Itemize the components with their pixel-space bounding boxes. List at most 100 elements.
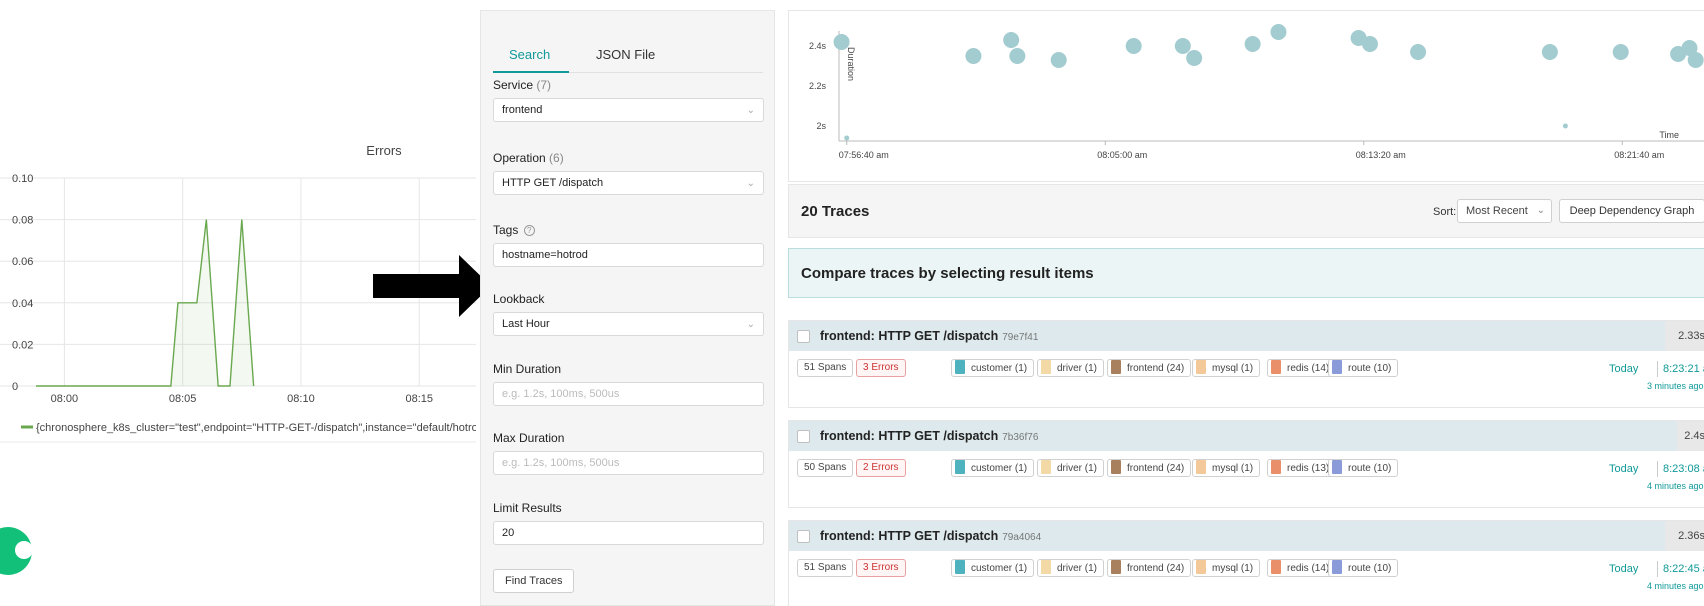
search-panel: Search JSON File Service (7) frontend ⌄ … <box>480 10 775 606</box>
trace-id: 79e7f41 <box>1002 332 1039 343</box>
scatter-x-tick-label: 08:13:20 am <box>1356 150 1406 160</box>
chevron-down-icon: ⌄ <box>746 178 755 189</box>
help-icon[interactable]: ? <box>523 225 535 236</box>
service-chip-route: route (10) <box>1328 459 1399 477</box>
scatter-point[interactable] <box>1125 38 1142 54</box>
tags-input[interactable] <box>493 243 764 267</box>
scatter-point[interactable] <box>1186 50 1203 66</box>
scatter-point[interactable] <box>833 34 850 50</box>
min-duration-input[interactable] <box>493 382 764 406</box>
errors-chart-x-axis: 08:00 08:05 08:10 08:15 <box>51 393 433 405</box>
tab-json-file[interactable]: JSON File <box>596 47 655 62</box>
trace-relative-time: 4 minutes ago <box>1647 481 1704 491</box>
limit-results-label: Limit Results <box>493 501 562 515</box>
scatter-point[interactable] <box>1361 36 1378 52</box>
scatter-points <box>833 24 1704 141</box>
max-duration-label: Max Duration <box>493 431 565 445</box>
trace-duration: 2.36s <box>1678 530 1704 542</box>
service-color-swatch <box>1196 360 1206 374</box>
service-chip-driver: driver (1) <box>1037 359 1105 377</box>
scatter-point[interactable] <box>844 135 850 141</box>
trace-header-bar[interactable]: frontend: HTTP GET /dispatch 7b36f76 2.4s <box>789 421 1704 451</box>
find-traces-button[interactable]: Find Traces <box>493 569 575 593</box>
service-color-swatch <box>955 560 965 574</box>
service-chip-redis: redis (13) <box>1267 459 1337 477</box>
errors-y-tick-label: 0.10 <box>12 173 33 185</box>
lookback-select[interactable]: Last Hour ⌄ <box>493 312 764 336</box>
service-chip-customer: customer (1) <box>951 359 1035 377</box>
errors-chart-panel: Errors 0 0.02 0.04 0.06 0.08 0.10 08:00 08:05 0… <box>0 0 491 606</box>
service-chip-route: route (10) <box>1328 559 1399 577</box>
service-color-swatch <box>1332 360 1342 374</box>
trace-id: 79a4064 <box>1002 532 1042 543</box>
service-color-swatch <box>1041 360 1051 374</box>
chevron-down-icon: ⌄ <box>746 319 755 330</box>
scatter-point[interactable] <box>1009 48 1026 64</box>
trace-select-checkbox[interactable] <box>797 530 810 543</box>
max-duration-input[interactable] <box>493 451 764 475</box>
sort-select[interactable]: Most Recent ⌄ <box>1457 199 1552 223</box>
scatter-point[interactable] <box>1541 44 1558 60</box>
scatter-axes <box>838 31 1704 142</box>
trace-title[interactable]: frontend: HTTP GET /dispatch 7b36f76 <box>820 429 1038 443</box>
trace-header-bar[interactable]: frontend: HTTP GET /dispatch 79a4064 2.36s <box>789 521 1704 551</box>
limit-results-input[interactable] <box>493 521 764 545</box>
trace-result-item[interactable]: frontend: HTTP GET /dispatch 79a4064 2.36s… <box>788 520 1704 606</box>
service-chip-redis: redis (14) <box>1267 559 1337 577</box>
scatter-point[interactable] <box>1410 44 1427 60</box>
trace-header-bar[interactable]: frontend: HTTP GET /dispatch 79e7f41 2.33s <box>789 321 1704 351</box>
trace-select-checkbox[interactable] <box>797 430 810 443</box>
scatter-point[interactable] <box>1050 52 1067 68</box>
active-tab-indicator <box>493 71 569 73</box>
tab-search[interactable]: Search <box>509 47 550 62</box>
service-chip-mysql: mysql (1) <box>1192 559 1261 577</box>
scatter-point[interactable] <box>1612 44 1629 60</box>
scatter-point[interactable] <box>1174 38 1191 54</box>
service-color-swatch <box>955 460 965 474</box>
error-count-badge: 3 Errors <box>856 359 906 377</box>
trace-result-item[interactable]: frontend: HTTP GET /dispatch 7b36f76 2.4s 5… <box>788 420 1704 508</box>
service-select[interactable]: frontend ⌄ <box>493 98 764 122</box>
errors-chart-title: Errors <box>366 143 402 158</box>
trace-relative-time: 4 minutes ago <box>1647 581 1704 591</box>
deep-dependency-graph-button[interactable]: Deep Dependency Graph <box>1559 199 1704 223</box>
right-arrow-icon <box>373 255 491 317</box>
service-chip-mysql: mysql (1) <box>1192 359 1261 377</box>
errors-x-tick-label: 08:10 <box>287 393 315 405</box>
service-chip-customer: customer (1) <box>951 459 1035 477</box>
errors-y-tick-label: 0 <box>12 381 18 393</box>
tags-label: Tags ? <box>493 223 535 237</box>
scatter-x-tick-label: 08:21:40 am <box>1614 150 1664 160</box>
errors-y-tick-label: 0.08 <box>12 215 33 227</box>
scatter-point[interactable] <box>1244 36 1261 52</box>
service-color-swatch <box>1271 560 1281 574</box>
search-tabs: Search JSON File <box>493 29 763 73</box>
trace-result-item[interactable]: frontend: HTTP GET /dispatch 79e7f41 2.33s… <box>788 320 1704 408</box>
trace-duration: 2.4s <box>1684 430 1704 442</box>
errors-chart: Errors 00.020.040.060.080.10 08:00 08:05 0… <box>0 143 476 443</box>
scatter-point[interactable] <box>1270 24 1287 40</box>
service-chip-frontend: frontend (24) <box>1107 359 1192 377</box>
trace-duration-bar: 2.36s <box>1665 521 1704 551</box>
trace-id: 7b36f76 <box>1002 432 1039 443</box>
trace-title[interactable]: frontend: HTTP GET /dispatch 79a4064 <box>820 529 1041 543</box>
scatter-point[interactable] <box>1562 123 1568 129</box>
trace-time-divider <box>1657 361 1658 377</box>
service-color-swatch <box>1271 360 1281 374</box>
scatter-point[interactable] <box>1003 32 1020 48</box>
compare-banner-text: Compare traces by selecting result items <box>801 265 1094 282</box>
scatter-x-tick-label: 07:56:40 am <box>839 150 889 160</box>
scatter-point[interactable] <box>1687 52 1704 68</box>
service-color-swatch <box>1271 460 1281 474</box>
scatter-point[interactable] <box>965 48 982 64</box>
errors-y-tick-label: 0.06 <box>12 256 33 268</box>
scatter-y-tick-label: 2.2s <box>809 81 827 91</box>
scatter-x-axis: 07:56:40 am 08:05:00 am 08:13:20 am 08:21:4… <box>839 141 1664 160</box>
trace-start-time: 8:23:08 am <box>1663 463 1704 475</box>
trace-select-checkbox[interactable] <box>797 330 810 343</box>
trace-duration: 2.33s <box>1678 330 1704 342</box>
min-duration-label: Min Duration <box>493 362 562 376</box>
trace-title[interactable]: frontend: HTTP GET /dispatch 79e7f41 <box>820 329 1038 343</box>
operation-select[interactable]: HTTP GET /dispatch ⌄ <box>493 171 764 195</box>
service-color-swatch <box>1332 460 1342 474</box>
